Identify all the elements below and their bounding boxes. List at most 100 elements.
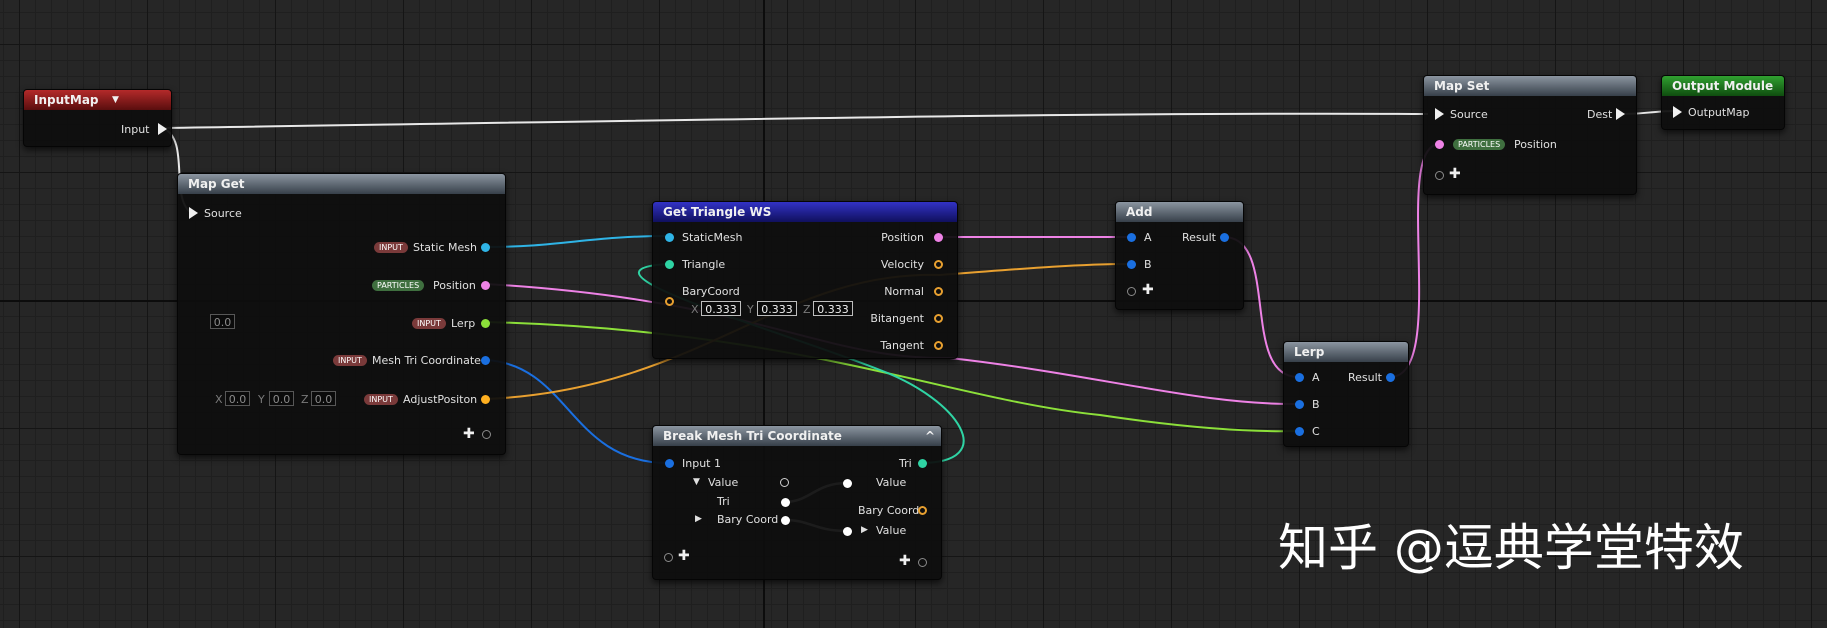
value-circle-icon[interactable] <box>780 478 789 487</box>
add-b-pin[interactable] <box>1127 260 1136 269</box>
output-map-exec-icon[interactable] <box>1673 106 1682 118</box>
dropdown-arrow-icon[interactable]: ▼ <box>112 90 119 110</box>
add-title[interactable]: Add <box>1116 202 1243 222</box>
expand-triangle-icon[interactable]: ▶ <box>861 524 868 537</box>
break-mesh-tri-coordinate-node[interactable]: Break Mesh Tri Coordinate ^ Input 1 ▼ Va… <box>652 425 942 580</box>
bary-z-field[interactable]: 0.333 <box>813 301 853 316</box>
get-triangle-ws-node[interactable]: Get Triangle WS StaticMesh Triangle Bary… <box>652 201 958 359</box>
output-module-title[interactable]: Output Module <box>1662 76 1784 96</box>
static-mesh-in-label: StaticMesh <box>682 231 743 244</box>
expand-triangle-icon[interactable]: ▶ <box>695 513 702 526</box>
bary-coord-dot-pin[interactable] <box>781 516 790 525</box>
map-set-dest-exec-icon[interactable] <box>1616 108 1625 120</box>
bary-coord-break-label: Bary Coord <box>717 513 779 526</box>
add-a-pin[interactable] <box>1127 233 1136 242</box>
lerp-b-label: B <box>1312 398 1320 411</box>
input-map-title[interactable]: InputMap ▼ <box>24 90 171 110</box>
lerp-c-pin[interactable] <box>1295 427 1304 436</box>
add-result-label: Result <box>1182 231 1216 244</box>
tri-dot-pin[interactable] <box>781 498 790 507</box>
output-map-label: OutputMap <box>1688 106 1750 119</box>
input-badge: INPUT <box>333 355 367 366</box>
collapse-chevron-icon[interactable]: ^ <box>925 426 935 446</box>
map-set-node[interactable]: Map Set Source Dest PARTICLES Position ✚ <box>1423 75 1637 195</box>
map-get-title[interactable]: Map Get <box>178 174 505 194</box>
add-pin-circle-icon[interactable] <box>1435 171 1444 180</box>
out-velocity-pin[interactable] <box>934 260 943 269</box>
lerp-a-pin[interactable] <box>1295 373 1304 382</box>
vec-x-label: X <box>215 393 223 406</box>
add-pin-circle-icon[interactable] <box>918 558 927 567</box>
map-set-dest-label: Dest <box>1587 108 1613 121</box>
get-triangle-ws-title[interactable]: Get Triangle WS <box>653 202 957 222</box>
out-position-pin[interactable] <box>934 233 943 242</box>
add-b-label: B <box>1144 258 1152 271</box>
out-value2-label: Value <box>876 524 907 537</box>
out-normal-label: Normal <box>884 285 924 298</box>
input-map-node[interactable]: InputMap ▼ Input <box>23 89 172 147</box>
expand-triangle-icon[interactable]: ▼ <box>693 476 700 489</box>
input1-pin[interactable] <box>665 459 674 468</box>
plus-icon[interactable]: ✚ <box>899 554 911 568</box>
watermark: 知乎 @逗典学堂特效 <box>1278 519 1744 577</box>
out-tangent-label: Tangent <box>880 339 924 352</box>
add-pin-circle-icon[interactable] <box>664 553 673 562</box>
map-set-source-label: Source <box>1450 108 1488 121</box>
add-a-label: A <box>1144 231 1152 244</box>
map-set-source-exec-icon[interactable] <box>1435 108 1444 120</box>
bary-x-field[interactable]: 0.333 <box>701 301 741 316</box>
out-tangent-pin[interactable] <box>934 341 943 350</box>
plus-icon[interactable]: ✚ <box>1449 167 1461 181</box>
lerp-node[interactable]: Lerp A B C Result <box>1283 341 1409 447</box>
vec-z-field[interactable]: 0.0 <box>311 391 336 406</box>
wire-tri-coordinate <box>485 359 669 464</box>
add-pin-circle-icon[interactable] <box>1127 287 1136 296</box>
add-pin-circle-icon[interactable] <box>482 430 491 439</box>
adjust-position-pin[interactable] <box>481 395 490 404</box>
out-bitangent-pin[interactable] <box>934 314 943 323</box>
triangle-in-label: Triangle <box>682 258 726 271</box>
input-exec-pin-icon[interactable] <box>158 123 167 135</box>
add-node[interactable]: Add A B Result ✚ <box>1115 201 1244 310</box>
plus-icon[interactable]: ✚ <box>1142 283 1154 297</box>
plus-icon[interactable]: ✚ <box>678 549 690 563</box>
lerp-title[interactable]: Lerp <box>1284 342 1408 362</box>
map-set-position-pin[interactable] <box>1435 140 1444 149</box>
lerp-pin[interactable] <box>481 319 490 328</box>
static-mesh-pin[interactable] <box>481 243 490 252</box>
out-value2-dot-pin[interactable] <box>843 527 852 536</box>
tri-label: Tri <box>717 495 730 508</box>
vec-y-field[interactable]: 0.0 <box>269 391 294 406</box>
bary-coord-label: BaryCoord <box>682 285 740 298</box>
output-module-node[interactable]: Output Module OutputMap <box>1661 75 1785 130</box>
vec-y-label: Y <box>258 393 265 406</box>
map-get-node[interactable]: Map Get Source INPUT Static Mesh PARTICL… <box>177 173 506 455</box>
map-set-title[interactable]: Map Set <box>1424 76 1636 96</box>
out-normal-pin[interactable] <box>934 287 943 296</box>
position-label: Position <box>433 279 476 292</box>
map-set-position-label: Position <box>1514 138 1557 151</box>
triangle-in-pin[interactable] <box>665 260 674 269</box>
vec-x-field[interactable]: 0.0 <box>225 391 250 406</box>
add-result-pin[interactable] <box>1220 233 1229 242</box>
bary-y-field[interactable]: 0.333 <box>757 301 797 316</box>
out-bary-coord-pin[interactable] <box>918 506 927 515</box>
bary-coord-in-pin[interactable] <box>665 297 674 306</box>
map-get-source-label: Source <box>204 207 242 220</box>
map-get-source-exec-icon[interactable] <box>189 207 198 219</box>
lerp-result-pin[interactable] <box>1386 373 1395 382</box>
out-value1-dot-pin[interactable] <box>843 479 852 488</box>
break-mesh-title[interactable]: Break Mesh Tri Coordinate ^ <box>653 426 941 446</box>
out-tri-pin[interactable] <box>918 459 927 468</box>
plus-icon[interactable]: ✚ <box>463 427 475 441</box>
adjust-position-label: AdjustPositon <box>403 393 478 406</box>
static-mesh-in-pin[interactable] <box>665 233 674 242</box>
out-value1-label: Value <box>876 476 907 489</box>
break-mesh-title-label: Break Mesh Tri Coordinate <box>663 429 842 443</box>
mesh-tri-coordinate-pin[interactable] <box>481 356 490 365</box>
out-position-label: Position <box>881 231 924 244</box>
lerp-b-pin[interactable] <box>1295 400 1304 409</box>
bary-x-label: X <box>691 303 699 316</box>
position-pin[interactable] <box>481 281 490 290</box>
lerp-default-field[interactable]: 0.0 <box>210 314 235 329</box>
